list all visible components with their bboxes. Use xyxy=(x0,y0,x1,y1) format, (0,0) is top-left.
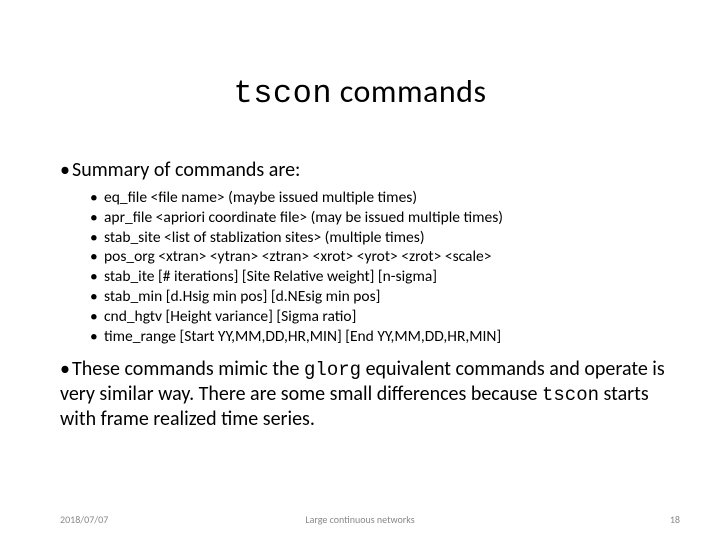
command-text: cnd_hgtv [Height variance] [Sigma ratio] xyxy=(104,307,356,326)
slide-title: tscon commands xyxy=(0,72,720,112)
closing-code2: tscon xyxy=(542,384,599,406)
list-item: pos_org <xtran> <ytran> <ztran> <xrot> <… xyxy=(90,247,670,267)
title-rest: commands xyxy=(332,72,486,111)
command-text: stab_min [d.Hsig min pos] [d.NEsig min p… xyxy=(104,287,380,306)
command-list: eq_file <file name> (maybe issued multip… xyxy=(60,188,670,347)
list-item: stab_min [d.Hsig min pos] [d.NEsig min p… xyxy=(90,287,670,307)
bullet-icon: • xyxy=(60,158,72,182)
closing-code1: glorg xyxy=(304,359,361,381)
closing-paragraph: •These commands mimic the glorg equivale… xyxy=(60,357,670,432)
command-text: pos_org <xtran> <ytran> <ztran> <xrot> <… xyxy=(104,247,491,266)
command-text: stab_site <list of stablization sites> (… xyxy=(104,228,425,247)
summary-intro: •Summary of commands are: xyxy=(60,158,670,182)
command-text: stab_ite [# iterations] [Site Relative w… xyxy=(104,267,437,286)
list-item: apr_file <apriori coordinate file> (may … xyxy=(90,208,670,228)
footer-title: Large continuous networks xyxy=(0,513,720,526)
list-item: eq_file <file name> (maybe issued multip… xyxy=(90,188,670,208)
command-text: eq_file <file name> (maybe issued multip… xyxy=(104,188,417,207)
command-text: time_range [Start YY,MM,DD,HR,MIN] [End … xyxy=(104,327,501,346)
footer-page-number: 18 xyxy=(670,513,680,526)
list-item: stab_site <list of stablization sites> (… xyxy=(90,228,670,248)
title-code: tscon xyxy=(234,75,333,112)
summary-intro-text: Summary of commands are: xyxy=(72,158,300,182)
slide-body: •Summary of commands are: eq_file <file … xyxy=(60,158,670,431)
list-item: cnd_hgtv [Height variance] [Sigma ratio] xyxy=(90,307,670,327)
closing-pre: These commands mimic the xyxy=(72,357,304,381)
command-text: apr_file <apriori coordinate file> (may … xyxy=(104,208,503,227)
bullet-icon: • xyxy=(60,357,72,381)
list-item: time_range [Start YY,MM,DD,HR,MIN] [End … xyxy=(90,327,670,347)
list-item: stab_ite [# iterations] [Site Relative w… xyxy=(90,267,670,287)
slide: tscon commands •Summary of commands are:… xyxy=(0,0,720,540)
